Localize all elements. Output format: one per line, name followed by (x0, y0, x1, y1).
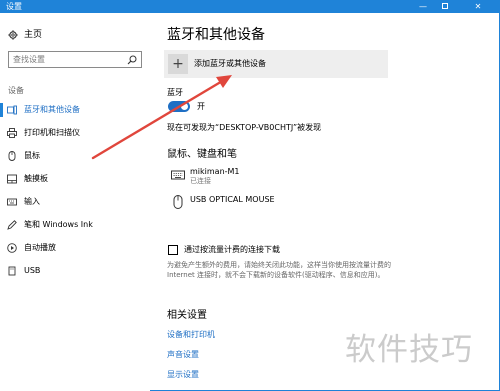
related-settings-heading: 相关设置 (167, 310, 207, 321)
add-device-button[interactable]: + 添加蓝牙或其他设备 (164, 50, 388, 78)
search-icon (127, 55, 137, 65)
close-button[interactable]: ✕ (456, 0, 500, 13)
window-title: 设置 (6, 2, 22, 11)
link-display-settings[interactable]: 显示设置 (167, 370, 199, 380)
sidebar-item-bluetooth[interactable]: 蓝牙和其他设备 (0, 101, 150, 119)
mouse-icon (173, 195, 183, 209)
pen-icon (7, 220, 17, 230)
add-device-label: 添加蓝牙或其他设备 (194, 59, 266, 68)
peripherals-heading: 鼠标、键盘和笔 (167, 149, 237, 160)
gear-icon (8, 30, 18, 40)
sidebar-item-label: 鼠标 (24, 151, 40, 160)
keyboard-icon (171, 170, 185, 180)
sidebar-item-autoplay[interactable]: 自动播放 (0, 239, 150, 257)
device-status: 已连接 (190, 177, 211, 185)
usb-icon (8, 266, 16, 276)
link-sound-settings[interactable]: 声音设置 (167, 350, 199, 360)
add-icon: + (168, 54, 188, 74)
sidebar-item-label: 输入 (24, 197, 40, 206)
printer-icon (7, 128, 17, 138)
bluetooth-toggle[interactable] (168, 101, 190, 112)
sidebar-item-printers[interactable]: 打印机和扫描仪 (0, 124, 150, 142)
metered-download-label: 通过按流量计费的连接下载 (184, 245, 280, 254)
metered-download-checkbox[interactable] (168, 245, 178, 255)
title-bar: 设置 — ✕ (0, 0, 500, 13)
touchpad-icon (7, 174, 17, 184)
home-label: 主页 (24, 30, 43, 40)
sidebar-item-usb[interactable]: USB (0, 262, 150, 280)
sidebar-item-touchpad[interactable]: 触摸板 (0, 170, 150, 188)
sidebar-item-label: 打印机和扫描仪 (24, 128, 80, 137)
keyboard-icon (7, 198, 17, 206)
metered-download-description: 为避免产生额外的费用，请始终关闭此功能，这样当你使用按流量计费的 Interne… (167, 261, 391, 279)
bluetooth-devices-icon (7, 105, 17, 115)
search-placeholder: 查找设置 (13, 55, 45, 64)
toggle-knob (181, 103, 188, 110)
sidebar-item-label: 笔和 Windows Ink (24, 220, 93, 229)
link-devices-printers[interactable]: 设备和打印机 (167, 330, 215, 340)
page-title: 蓝牙和其他设备 (167, 27, 265, 43)
active-indicator (0, 103, 3, 117)
maximize-button[interactable] (434, 0, 456, 13)
device-name: mikiman-M1 (190, 167, 240, 176)
sidebar-item-label: 触摸板 (24, 174, 48, 183)
bluetooth-label: 蓝牙 (167, 88, 183, 97)
section-label-devices: 设备 (8, 86, 24, 95)
sidebar-item-label: 自动播放 (24, 243, 56, 252)
discoverable-text: 现在可发现为“DESKTOP-VB0CHTJ”被发现 (167, 123, 322, 132)
minimize-button[interactable]: — (412, 0, 434, 13)
device-name: USB OPTICAL MOUSE (190, 195, 275, 204)
bluetooth-state: 开 (197, 102, 205, 111)
sidebar-item-label: 蓝牙和其他设备 (24, 105, 80, 114)
sidebar-item-mouse[interactable]: 鼠标 (0, 147, 150, 165)
watermark: 软件技巧 (345, 332, 473, 368)
sidebar: 主页 查找设置 设备 蓝牙和其他设备 打印机和扫描仪 鼠标 触摸板 输入 笔和 … (0, 13, 150, 391)
sidebar-item-label: USB (24, 266, 41, 275)
autoplay-icon (7, 243, 17, 253)
plus-glyph: + (172, 56, 184, 72)
sidebar-item-typing[interactable]: 输入 (0, 193, 150, 211)
search-input[interactable]: 查找设置 (8, 51, 142, 68)
mouse-icon (8, 151, 16, 161)
sidebar-item-pen[interactable]: 笔和 Windows Ink (0, 216, 150, 234)
